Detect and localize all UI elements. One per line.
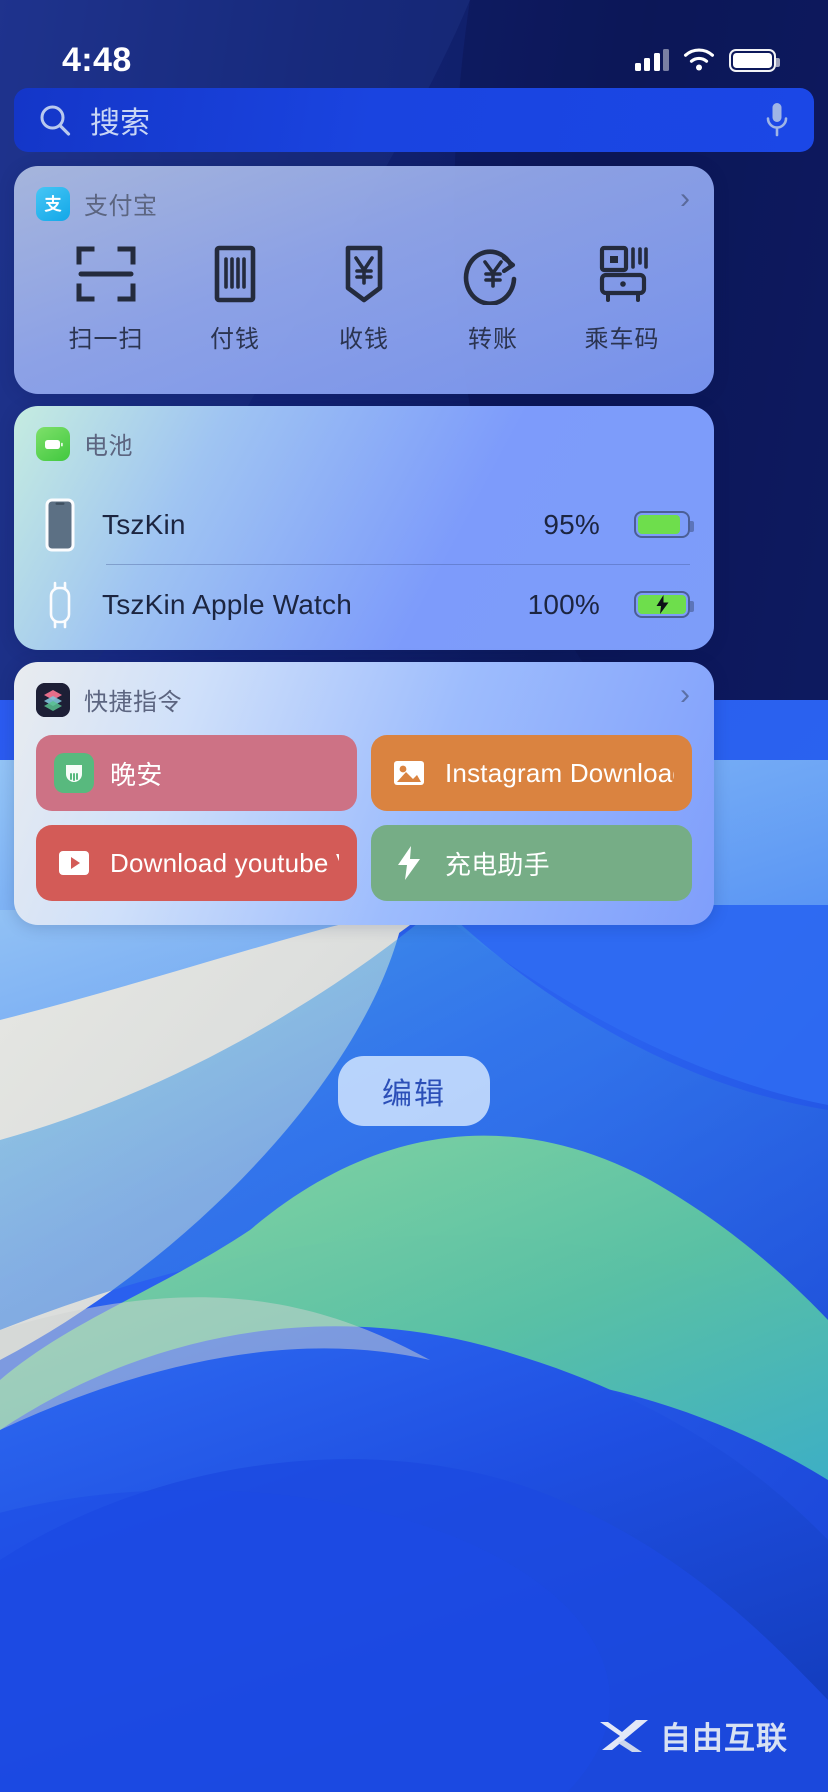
alipay-icon: 支 (36, 186, 70, 221)
battery-level-icon (634, 511, 694, 538)
search-icon (40, 105, 71, 136)
shortcut-label: 晚安 (110, 759, 163, 790)
alipay-action-receive[interactable]: 收钱 (312, 243, 416, 354)
alipay-action-scan[interactable]: 扫一扫 (54, 243, 158, 354)
battery-device-percent: 95% (543, 508, 600, 540)
alipay-action-transit[interactable]: 乘车码 (570, 243, 674, 354)
wifi-icon (684, 47, 714, 70)
status-time: 4:48 (62, 40, 132, 79)
charging-bolt-icon (656, 595, 668, 614)
iphone-icon (38, 498, 82, 552)
bolt-icon (389, 843, 429, 883)
widget-alipay[interactable]: 支 支付宝 › 扫一扫 付钱 收钱 转账 乘车码 (14, 166, 714, 394)
battery-icon (729, 48, 780, 72)
shortcuts-grid: 晚安 Instagram Download Download youtube 充… (14, 717, 714, 901)
widget-battery[interactable]: 电池 TszKin 95% TszKin Apple Watch 100% (14, 406, 714, 650)
alipay-header: 支 支付宝 › (14, 166, 714, 221)
status-bar: 4:48 (0, 0, 828, 92)
chevron-right-icon[interactable]: › (680, 184, 690, 214)
apple-watch-icon (38, 579, 82, 631)
moon-sleep-icon (54, 753, 94, 793)
alipay-action-label: 付钱 (210, 326, 260, 353)
alipay-action-label: 乘车码 (584, 326, 660, 353)
x-logo-icon (600, 1719, 648, 1752)
shortcuts-header: 快捷指令 › (14, 662, 714, 717)
search-input[interactable]: 搜索 (90, 98, 746, 142)
shortcut-label: Instagram Download (445, 757, 674, 788)
status-indicators (634, 47, 780, 73)
shortcut-button-youtube-download[interactable]: Download youtube Vid... (36, 825, 357, 901)
svg-text:支: 支 (45, 194, 63, 214)
transit-code-icon (599, 245, 648, 302)
photo-icon (389, 753, 429, 793)
play-video-icon (54, 843, 94, 883)
microphone-icon[interactable] (764, 101, 790, 139)
shortcut-button-goodnight[interactable]: 晚安 (36, 735, 357, 811)
alipay-action-pay[interactable]: 付钱 (183, 243, 287, 354)
shortcut-label: 充电助手 (445, 849, 550, 880)
chevron-right-icon[interactable]: › (680, 680, 690, 710)
alipay-action-label: 收钱 (339, 326, 389, 353)
battery-header: 电池 (14, 406, 714, 461)
watermark: 自由互联 (598, 1713, 788, 1758)
shortcuts-title: 快捷指令 (84, 689, 182, 716)
shortcut-button-charge-helper[interactable]: 充电助手 (371, 825, 692, 901)
battery-device-percent: 100% (527, 588, 600, 620)
edit-button[interactable]: 编辑 (338, 1056, 490, 1126)
battery-device-name: TszKin (102, 508, 186, 540)
battery-device-row[interactable]: TszKin Apple Watch 100% (14, 565, 714, 644)
widget-shortcuts[interactable]: 快捷指令 › 晚安 Instagram Download Download yo… (14, 662, 714, 925)
search-bar[interactable]: 搜索 (14, 88, 814, 152)
alipay-action-transfer[interactable]: 转账 (441, 243, 545, 354)
alipay-action-label: 扫一扫 (68, 326, 144, 353)
shortcut-label: Download youtube Vid... (110, 847, 339, 878)
receive-money-icon (345, 245, 383, 303)
edit-button-container: 编辑 (0, 1056, 828, 1126)
battery-device-row[interactable]: TszKin 95% (14, 485, 714, 564)
battery-app-icon (36, 426, 70, 461)
battery-device-name: TszKin Apple Watch (102, 588, 353, 620)
barcode-pay-icon (214, 245, 256, 303)
scan-qr-icon (76, 246, 136, 302)
battery-title: 电池 (84, 433, 133, 460)
alipay-actions: 扫一扫 付钱 收钱 转账 乘车码 (14, 221, 714, 354)
watermark-text: 自由互联 (660, 1721, 788, 1756)
shortcut-button-instagram-download[interactable]: Instagram Download (371, 735, 692, 811)
shortcuts-icon (36, 682, 70, 717)
alipay-action-label: 转账 (468, 326, 518, 353)
battery-level-charging-icon (634, 591, 694, 618)
cellular-signal-icon (634, 49, 669, 71)
transfer-money-icon (463, 249, 517, 305)
widget-stack: 支 支付宝 › 扫一扫 付钱 收钱 转账 乘车码 电池 TszKin 95% T… (14, 166, 714, 925)
alipay-title: 支付宝 (84, 193, 158, 220)
